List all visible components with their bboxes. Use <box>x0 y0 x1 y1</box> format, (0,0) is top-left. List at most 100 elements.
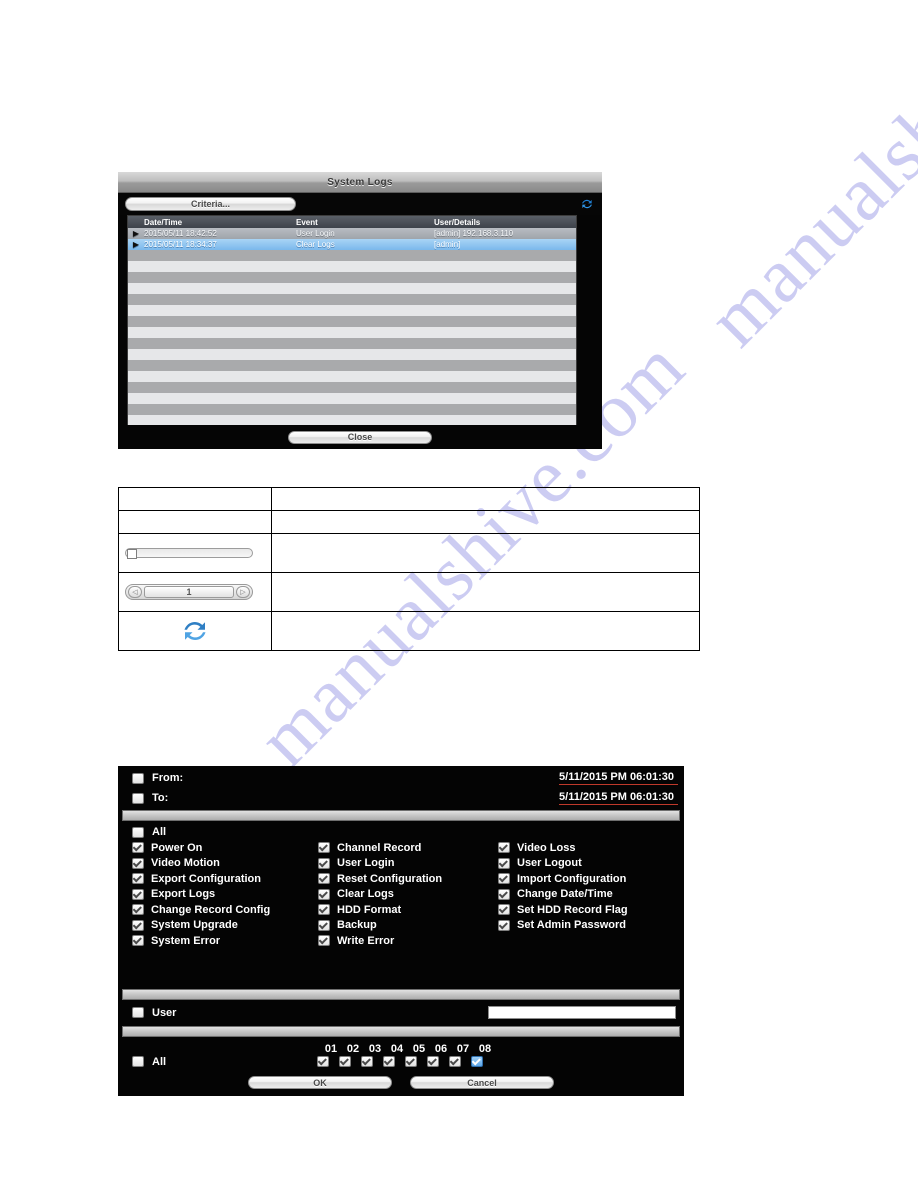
from-checkbox[interactable] <box>132 772 144 784</box>
prev-page-icon[interactable]: ◁ <box>128 586 142 598</box>
event-checkbox[interactable] <box>132 919 144 931</box>
event-checkbox[interactable] <box>498 857 510 869</box>
event-option-set-hdd-record-flag[interactable]: Set HDD Record Flag <box>498 904 684 916</box>
event-option-set-admin-password[interactable]: Set Admin Password <box>498 919 684 931</box>
section-separator <box>122 988 680 1000</box>
refresh-icon[interactable] <box>579 197 594 212</box>
event-label: HDD Format <box>337 903 402 916</box>
event-option-power-on[interactable]: Power On <box>132 842 318 854</box>
column-header-user: User/Details <box>434 217 481 227</box>
event-option-user-logout[interactable]: User Logout <box>498 857 684 869</box>
user-checkbox[interactable] <box>132 1007 144 1018</box>
channel-filter-block: 01 02 03 04 05 06 07 08 All <box>118 1043 684 1068</box>
channel-checkbox-07[interactable] <box>449 1056 462 1067</box>
event-checkbox[interactable] <box>318 919 330 931</box>
to-date-value[interactable]: 5/11/2015 PM 06:01:30 <box>559 791 678 805</box>
channel-checkbox-02[interactable] <box>339 1056 352 1067</box>
log-user: [admin] 192.168.3.110 <box>434 229 514 238</box>
event-checkbox[interactable] <box>132 935 144 947</box>
event-option-change-date-time[interactable]: Change Date/Time <box>498 888 684 900</box>
close-button[interactable]: Close <box>288 430 432 444</box>
user-input[interactable] <box>488 1006 676 1019</box>
event-checkbox[interactable] <box>318 857 330 869</box>
event-option-clear-logs[interactable]: Clear Logs <box>318 888 498 900</box>
event-option-video-motion[interactable]: Video Motion <box>132 857 318 869</box>
event-option-change-record-config[interactable]: Change Record Config <box>132 904 318 916</box>
event-checkbox[interactable] <box>318 842 330 854</box>
logs-table[interactable]: Date/Time Event User/Details ▶ 2015/05/11… <box>127 215 577 427</box>
page-number-field[interactable]: 1 <box>144 586 234 598</box>
event-row: System Upgrade Backup Set Admin Password <box>132 918 684 934</box>
event-option-system-error[interactable]: System Error <box>132 935 318 947</box>
page-spinner[interactable]: ◁ 1 ▷ <box>125 584 253 600</box>
event-checkbox[interactable] <box>498 904 510 916</box>
event-label: Clear Logs <box>337 888 394 901</box>
event-option-user-login[interactable]: User Login <box>318 857 498 869</box>
channel-checkbox-04[interactable] <box>383 1056 396 1067</box>
row-expand-icon[interactable]: ▶ <box>128 229 144 238</box>
event-checkbox[interactable] <box>498 842 510 854</box>
log-row[interactable]: ▶ 2015/05/11 18:34:37 Clear Logs [admin] <box>128 239 576 250</box>
channel-checkbox-03[interactable] <box>361 1056 374 1067</box>
event-checkbox[interactable] <box>498 919 510 931</box>
log-row-empty <box>128 382 576 393</box>
channel-number-label: 01 <box>324 1042 338 1055</box>
table-row: ◁ 1 ▷ <box>118 572 701 612</box>
event-checkbox[interactable] <box>318 935 330 947</box>
all-channels-checkbox[interactable] <box>132 1056 144 1067</box>
refresh-icon <box>184 622 206 640</box>
table-row <box>118 487 701 511</box>
event-option-export-logs[interactable]: Export Logs <box>132 888 318 900</box>
all-events-row[interactable]: All <box>118 821 684 840</box>
channel-checkbox-01[interactable] <box>317 1056 330 1067</box>
event-option-backup[interactable]: Backup <box>318 919 498 931</box>
event-checkbox[interactable] <box>132 842 144 854</box>
table-cell-description <box>270 533 701 573</box>
event-option-channel-record[interactable]: Channel Record <box>318 842 498 854</box>
event-checkbox[interactable] <box>318 888 330 900</box>
event-row: Power On Channel Record Video Loss <box>132 840 684 856</box>
log-date: 2015/05/11 18:34:37 <box>144 240 217 249</box>
to-checkbox[interactable] <box>132 792 144 804</box>
scrollbar-thumb[interactable] <box>127 549 137 559</box>
event-checkbox[interactable] <box>132 857 144 869</box>
channel-checkbox-wrapper <box>356 1056 378 1067</box>
criteria-button[interactable]: Criteria... <box>125 197 296 211</box>
event-row: Export Configuration Reset Configuration I… <box>132 871 684 887</box>
channel-checkbox-06[interactable] <box>427 1056 440 1067</box>
all-events-checkbox[interactable] <box>132 826 144 838</box>
event-checkbox[interactable] <box>132 888 144 900</box>
channel-checkbox-08[interactable] <box>471 1056 484 1067</box>
logs-table-header: Date/Time Event User/Details <box>128 216 576 228</box>
event-label: Reset Configuration <box>337 872 443 885</box>
next-page-icon[interactable]: ▷ <box>236 586 250 598</box>
scrollbar-slider[interactable] <box>125 548 253 559</box>
event-option-write-error[interactable]: Write Error <box>318 935 498 947</box>
event-label: System Error <box>151 934 221 947</box>
from-date-value[interactable]: 5/11/2015 PM 06:01:30 <box>559 771 678 785</box>
event-checkbox[interactable] <box>132 904 144 916</box>
table-cell-widget <box>118 510 272 534</box>
column-header-date: Date/Time <box>144 217 183 227</box>
event-option-export-configuration[interactable]: Export Configuration <box>132 873 318 885</box>
event-checkbox[interactable] <box>132 873 144 885</box>
channel-number-label: 08 <box>478 1042 492 1055</box>
channel-checkbox-05[interactable] <box>405 1056 418 1067</box>
event-label: Export Logs <box>151 888 216 901</box>
event-checkbox[interactable] <box>318 904 330 916</box>
event-row: Video Motion User Login User Logout <box>132 856 684 872</box>
event-checkbox[interactable] <box>498 888 510 900</box>
log-row-empty <box>128 371 576 382</box>
event-option-hdd-format[interactable]: HDD Format <box>318 904 498 916</box>
log-row[interactable]: ▶ 2015/05/11 18:42:52 User Login [admin] 19… <box>128 228 576 239</box>
event-checkbox[interactable] <box>318 873 330 885</box>
event-option-reset-configuration[interactable]: Reset Configuration <box>318 873 498 885</box>
cancel-button[interactable]: Cancel <box>410 1076 554 1089</box>
row-expand-icon[interactable]: ▶ <box>128 240 144 249</box>
event-option-system-upgrade[interactable]: System Upgrade <box>132 919 318 931</box>
event-option-video-loss[interactable]: Video Loss <box>498 842 684 854</box>
channel-checkbox-wrapper <box>378 1056 400 1067</box>
ok-button[interactable]: OK <box>248 1076 392 1089</box>
event-checkbox[interactable] <box>498 873 510 885</box>
event-option-import-configuration[interactable]: Import Configuration <box>498 873 684 885</box>
